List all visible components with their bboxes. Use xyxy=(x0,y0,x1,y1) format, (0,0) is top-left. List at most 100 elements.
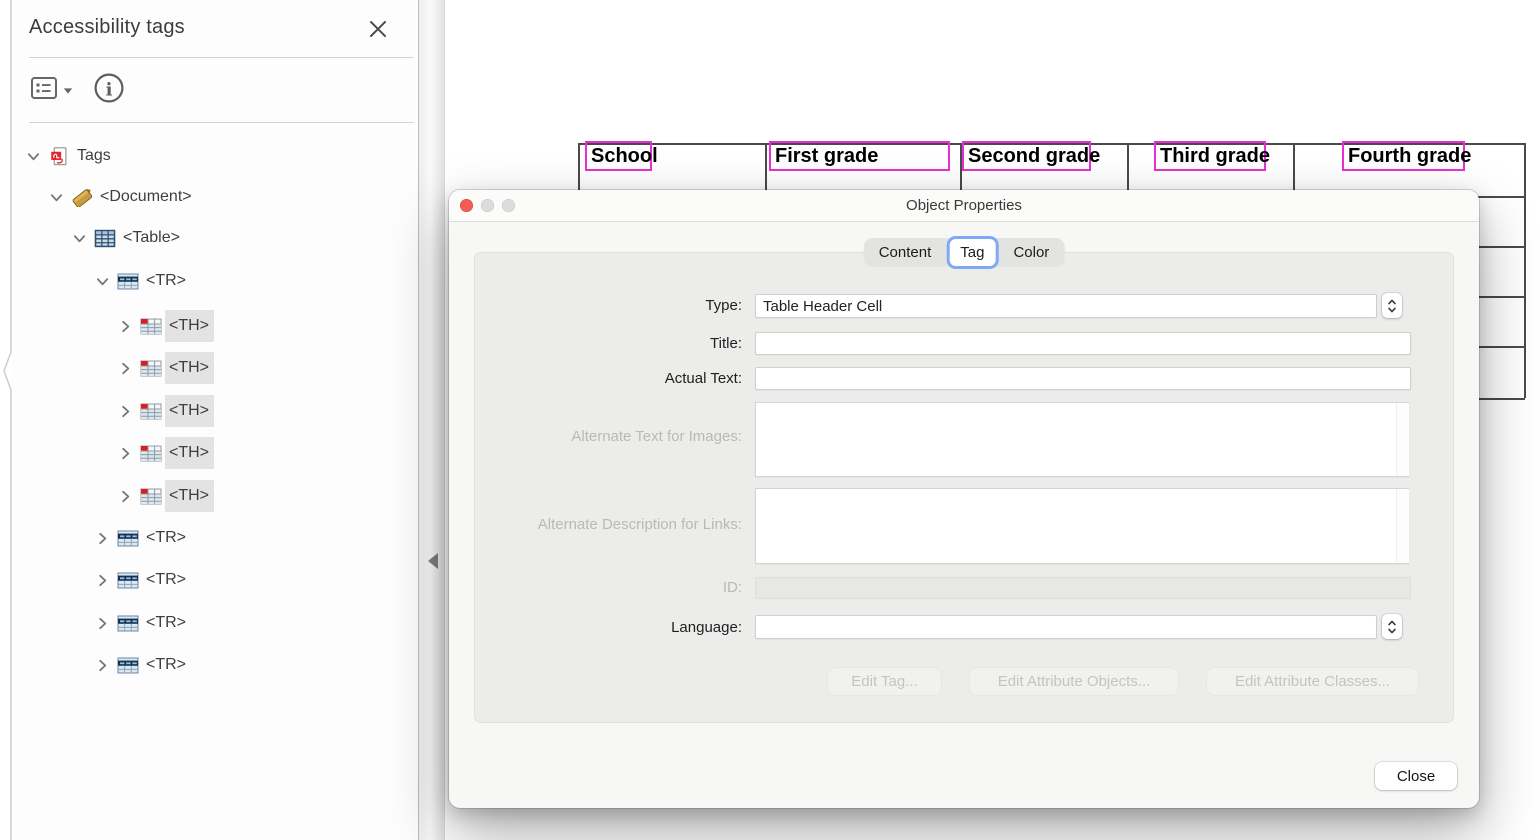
id-label: ID: xyxy=(723,578,742,598)
language-field[interactable] xyxy=(755,615,1377,639)
chevron-right-icon[interactable] xyxy=(118,489,133,504)
table-header-text: First grade xyxy=(775,145,878,168)
tree-item-label: <TR> xyxy=(146,272,186,290)
pdf-tags-icon xyxy=(48,147,70,166)
table-row-icon xyxy=(117,272,139,291)
table-row-icon xyxy=(117,656,139,675)
table-header-cell[interactable]: First grade xyxy=(769,141,950,171)
tree-item-tr[interactable]: <TR> xyxy=(95,517,186,559)
close-icon[interactable] xyxy=(369,20,387,38)
accessibility-tags-panel: Accessibility tags Tags <Document> <Tabl… xyxy=(11,0,418,840)
table-header-icon xyxy=(140,317,162,336)
stepper-arrows-icon xyxy=(1386,296,1398,316)
edit-attribute-objects-button[interactable]: Edit Attribute Objects... xyxy=(970,668,1178,695)
object-properties-dialog: Object Properties Content Tag Color Type… xyxy=(449,190,1479,808)
tree-item-th[interactable]: <TH> xyxy=(118,305,214,347)
table-row-icon xyxy=(117,614,139,633)
tree-item-label: <TR> xyxy=(146,656,186,674)
scrollbar-track xyxy=(1396,403,1409,476)
table-header-cell[interactable]: School xyxy=(585,141,652,171)
divider xyxy=(29,122,414,123)
chevron-down-icon[interactable] xyxy=(72,231,87,246)
panel-splitter[interactable] xyxy=(418,0,445,840)
chevron-right-icon[interactable] xyxy=(118,446,133,461)
list-options-icon[interactable] xyxy=(30,74,58,102)
table-header-icon xyxy=(140,487,162,506)
tree-item-tags[interactable]: Tags xyxy=(26,135,111,177)
table-header-icon xyxy=(140,359,162,378)
table-header-text: Second grade xyxy=(968,145,1100,168)
tree-item-label: <TH> xyxy=(165,480,214,512)
tree-item-document[interactable]: <Document> xyxy=(49,176,192,218)
tree-item-tr[interactable]: <TR> xyxy=(95,602,186,644)
table-row-icon xyxy=(117,571,139,590)
caret-down-icon[interactable] xyxy=(63,87,73,95)
table-header-text: Third grade xyxy=(1160,145,1270,168)
tab-bar: Content Tag Color xyxy=(864,238,1065,267)
collapse-panel-icon[interactable] xyxy=(428,553,438,569)
tree-item-label: <TH> xyxy=(165,395,214,427)
table-row-icon xyxy=(117,529,139,548)
table-header-icon xyxy=(140,444,162,463)
panel-edge-line xyxy=(0,0,16,840)
table-header-icon xyxy=(140,402,162,421)
edit-attribute-classes-button[interactable]: Edit Attribute Classes... xyxy=(1207,668,1418,695)
chevron-right-icon[interactable] xyxy=(95,658,110,673)
tree-item-label: Tags xyxy=(77,147,111,165)
title-field[interactable] xyxy=(755,332,1411,355)
document-tag-icon xyxy=(71,188,93,207)
tree-item-label: <TR> xyxy=(146,614,186,632)
chevron-right-icon[interactable] xyxy=(95,573,110,588)
tab-tag[interactable]: Tag xyxy=(946,236,998,269)
tree-item-table[interactable]: <Table> xyxy=(72,217,180,259)
alt-text-images-field[interactable] xyxy=(755,402,1409,477)
tree-item-label: <Document> xyxy=(100,188,192,206)
info-icon[interactable] xyxy=(93,72,125,104)
title-label: Title: xyxy=(710,334,742,354)
table-header-cell[interactable]: Fourth grade xyxy=(1342,141,1465,171)
chevron-right-icon[interactable] xyxy=(118,404,133,419)
divider xyxy=(29,57,414,58)
chevron-right-icon[interactable] xyxy=(95,531,110,546)
scrollbar-track xyxy=(1396,489,1409,563)
tree-item-tr[interactable]: <TR> xyxy=(95,644,186,686)
table-header-cell[interactable]: Third grade xyxy=(1154,141,1266,171)
dialog-title: Object Properties xyxy=(449,190,1479,221)
stepper-arrows-icon xyxy=(1386,617,1398,637)
tree-item-th[interactable]: <TH> xyxy=(118,390,214,432)
tab-color[interactable]: Color xyxy=(998,238,1064,267)
application-window: Accessibility tags Tags <Document> <Tabl… xyxy=(0,0,1540,840)
table-header-cell[interactable]: Second grade xyxy=(962,141,1091,171)
chevron-right-icon[interactable] xyxy=(95,616,110,631)
edit-tag-button[interactable]: Edit Tag... xyxy=(828,668,941,695)
tree-item-th[interactable]: <TH> xyxy=(118,347,214,389)
tree-item-tr[interactable]: <TR> xyxy=(95,260,186,302)
tree-item-label: <TH> xyxy=(165,352,214,384)
chevron-right-icon[interactable] xyxy=(118,319,133,334)
table-border xyxy=(1524,143,1526,398)
dialog-titlebar[interactable]: Object Properties xyxy=(449,190,1479,222)
tab-content[interactable]: Content xyxy=(864,238,947,267)
chevron-right-icon[interactable] xyxy=(118,361,133,376)
tree-item-th[interactable]: <TH> xyxy=(118,475,214,517)
tree-item-tr[interactable]: <TR> xyxy=(95,559,186,601)
chevron-down-icon[interactable] xyxy=(95,274,110,289)
type-field[interactable] xyxy=(755,294,1377,318)
tree-item-label: <TH> xyxy=(165,437,214,469)
language-stepper[interactable] xyxy=(1382,614,1402,639)
table-header-text: Fourth grade xyxy=(1348,145,1471,168)
alt-desc-links-field[interactable] xyxy=(755,488,1409,564)
chevron-down-icon[interactable] xyxy=(49,190,64,205)
id-field xyxy=(755,577,1411,599)
alt-desc-links-label: Alternate Description for Links: xyxy=(538,515,742,535)
chevron-down-icon[interactable] xyxy=(26,149,41,164)
actual-text-field[interactable] xyxy=(755,367,1411,390)
actual-text-label: Actual Text: xyxy=(665,369,742,389)
close-button[interactable]: Close xyxy=(1375,762,1457,790)
tree-item-label: <TH> xyxy=(165,310,214,342)
table-icon xyxy=(94,229,116,248)
type-label: Type: xyxy=(705,296,742,316)
type-stepper[interactable] xyxy=(1382,293,1402,318)
table-header-text: School xyxy=(591,145,658,168)
tree-item-th[interactable]: <TH> xyxy=(118,432,214,474)
